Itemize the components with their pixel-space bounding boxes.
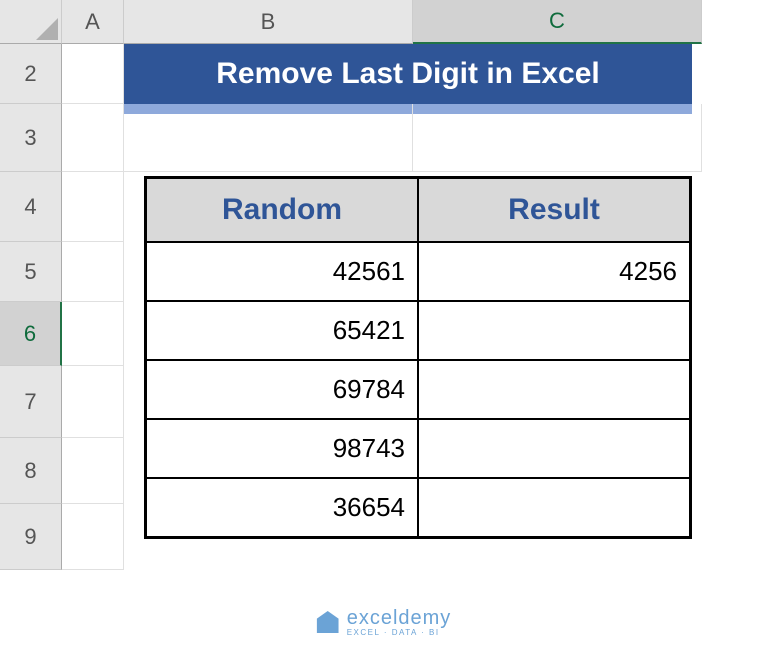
col-header-C[interactable]: C (413, 0, 702, 44)
cell-C7[interactable] (418, 360, 690, 419)
cell-A2[interactable] (62, 44, 124, 104)
spreadsheet-grid: A B C 2 Remove Last Digit in Excel 3 4 R… (0, 0, 768, 570)
data-table: Random Result 42561 4256 65421 69784 987… (124, 172, 702, 570)
title-banner: Remove Last Digit in Excel (124, 44, 702, 104)
cell-B3[interactable] (124, 104, 413, 172)
cell-C9[interactable] (418, 478, 690, 537)
select-all-corner[interactable] (0, 0, 62, 44)
cell-A7[interactable] (62, 366, 124, 438)
col-header-B[interactable]: B (124, 0, 413, 44)
cell-C6[interactable] (418, 301, 690, 360)
row-header-5[interactable]: 5 (0, 242, 62, 302)
row-header-2[interactable]: 2 (0, 44, 62, 104)
row-header-8[interactable]: 8 (0, 438, 62, 504)
cell-B5[interactable]: 42561 (146, 242, 418, 301)
cell-A4[interactable] (62, 172, 124, 242)
title-text: Remove Last Digit in Excel (124, 44, 692, 104)
cell-A8[interactable] (62, 438, 124, 504)
row-header-3[interactable]: 3 (0, 104, 62, 172)
col-header-A[interactable]: A (62, 0, 124, 44)
cell-C3[interactable] (413, 104, 702, 172)
cell-B8[interactable]: 98743 (146, 419, 418, 478)
cell-B9[interactable]: 36654 (146, 478, 418, 537)
cell-B7[interactable]: 69784 (146, 360, 418, 419)
cube-icon (317, 611, 339, 633)
cell-A3[interactable] (62, 104, 124, 172)
watermark: exceldemy EXCEL · DATA · BI (317, 607, 452, 637)
row-header-4[interactable]: 4 (0, 172, 62, 242)
cell-A6[interactable] (62, 302, 124, 366)
row-header-7[interactable]: 7 (0, 366, 62, 438)
table-header-result[interactable]: Result (418, 178, 690, 242)
cell-C5[interactable]: 4256 (418, 242, 690, 301)
cell-B6[interactable]: 65421 (146, 301, 418, 360)
row-header-9[interactable]: 9 (0, 504, 62, 570)
cell-A5[interactable] (62, 242, 124, 302)
watermark-brand: exceldemy (347, 607, 452, 629)
cell-C8[interactable] (418, 419, 690, 478)
watermark-tagline: EXCEL · DATA · BI (347, 628, 452, 637)
cell-A9[interactable] (62, 504, 124, 570)
row-header-6[interactable]: 6 (0, 302, 62, 366)
table-header-random[interactable]: Random (146, 178, 418, 242)
